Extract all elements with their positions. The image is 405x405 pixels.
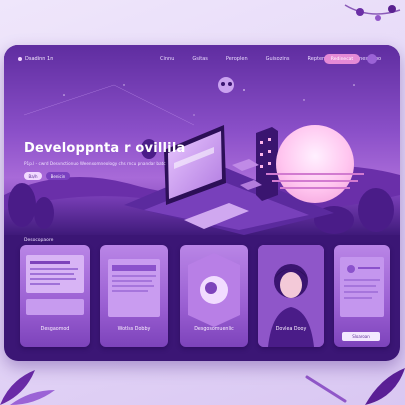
decor-pencil	[305, 375, 347, 403]
decor-leaves-bottom-right	[365, 368, 405, 405]
hero-secondary-button[interactable]: Benicin	[46, 172, 70, 180]
user-circle-icon[interactable]	[367, 54, 377, 64]
sun-stripe	[280, 187, 350, 189]
sun-stripe	[272, 180, 358, 182]
card-title: Desgaomod	[40, 327, 70, 332]
card-title: Dovlea Dooy	[275, 327, 307, 332]
hero-title: Developpnta r ovillila	[24, 141, 186, 156]
hero-primary-button[interactable]: Ba/h	[24, 172, 42, 180]
hero-subtitle: P1p.l - cwrd Desvnctionuo Weenxomneology…	[24, 161, 166, 166]
decor-branch-top-right	[344, 4, 401, 21]
top-navigation: Dsadinn 1n Cinnu Gsitas Peroplen Guisozi…	[4, 45, 400, 73]
decor-leaves-bottom-left	[0, 370, 55, 405]
nav-cta-button[interactable]: Redinecat	[324, 54, 360, 64]
section-label: Desocopaore	[24, 238, 54, 243]
sun-stripe	[266, 173, 364, 175]
nav-link[interactable]: Guisozins	[266, 56, 290, 62]
website-mockup-panel: Dsadinn 1n Cinnu Gsitas Peroplen Guisozi…	[4, 45, 400, 361]
hero-section: Dsadinn 1n Cinnu Gsitas Peroplen Guisozi…	[4, 45, 400, 235]
nav-link[interactable]: Cinnu	[160, 56, 174, 62]
card-action-button[interactable]: Sloaroan	[342, 332, 380, 341]
brand-name: Dsadinn 1n	[25, 56, 54, 62]
sunset-sun	[276, 125, 354, 203]
card-title: Desgosomuenlic	[194, 327, 234, 332]
nav-link[interactable]: Gsitas	[192, 56, 208, 62]
card-title: Wotlss Dobby	[117, 327, 151, 332]
logo-icon	[18, 57, 22, 61]
brand[interactable]: Dsadinn 1n	[18, 56, 53, 62]
nav-link[interactable]: Peroplen	[226, 56, 248, 62]
